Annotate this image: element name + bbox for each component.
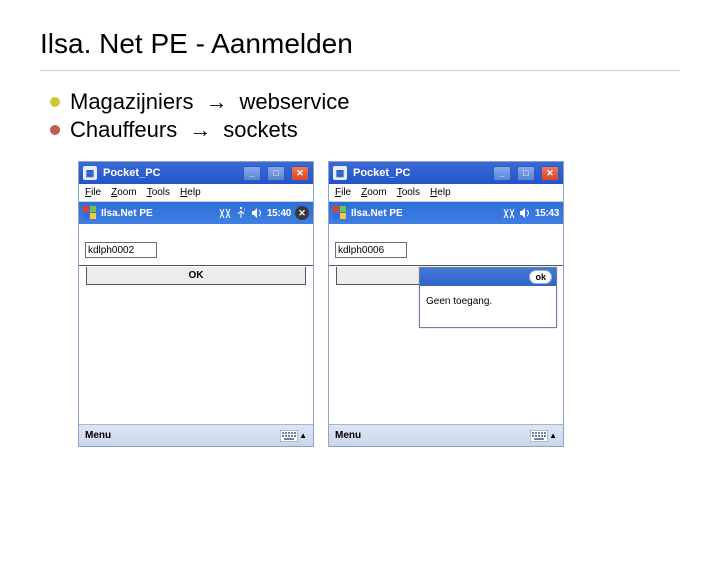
error-dialog: ok Geen toegang. [419, 267, 557, 328]
status-icons: 15:43 [503, 207, 559, 219]
minimize-button[interactable]: _ [243, 166, 261, 181]
menu-softkey[interactable]: Menu [335, 430, 361, 441]
bottom-bar: Menu ▲ [79, 424, 313, 446]
window-title: Pocket_PC [103, 167, 237, 179]
bottom-bar: Menu ▲ [329, 424, 563, 446]
menu-file[interactable]: File [85, 187, 101, 198]
connectivity-icon [503, 207, 515, 219]
pda-header: Ilsa.Net PE ! 15:40 ✕ [79, 202, 313, 224]
pocket-pc-icon: ▦ [83, 166, 97, 180]
bullet-dot-icon [50, 125, 60, 135]
start-flag-icon[interactable] [83, 206, 97, 220]
ok-button[interactable]: OK [86, 267, 306, 285]
menu-zoom[interactable]: Zoom [111, 187, 137, 198]
bullet-left-text: Chauffeurs [70, 117, 177, 143]
app-name: Ilsa.Net PE [351, 208, 499, 219]
dialog-titlebar: ok [420, 268, 556, 286]
login-input[interactable]: kdlph0006 [335, 242, 407, 258]
menu-tools[interactable]: Tools [397, 187, 420, 198]
speaker-icon [251, 207, 263, 219]
pocket-pc-icon: ▦ [333, 166, 347, 180]
caret-up-icon: ▲ [299, 431, 307, 440]
bullet-item: Chauffeurs → sockets [50, 117, 720, 143]
menu-tools[interactable]: Tools [147, 187, 170, 198]
maximize-button[interactable]: □ [267, 166, 285, 181]
window-title: Pocket_PC [353, 167, 487, 179]
close-button[interactable]: ✕ [291, 166, 309, 181]
status-icons: ! 15:40 ✕ [219, 206, 309, 220]
emulator-row: ▦ Pocket_PC _ □ ✕ File Zoom Tools Help I… [78, 161, 720, 447]
minimize-button[interactable]: _ [493, 166, 511, 181]
menu-bar: File Zoom Tools Help [329, 184, 563, 202]
menu-file[interactable]: File [335, 187, 351, 198]
arrow-icon: → [189, 117, 211, 143]
menu-zoom[interactable]: Zoom [361, 187, 387, 198]
login-input[interactable]: kdlph0002 [85, 242, 157, 258]
menu-help[interactable]: Help [430, 187, 451, 198]
keyboard-icon[interactable]: ▲ [280, 430, 307, 442]
keyboard-icon[interactable]: ▲ [530, 430, 557, 442]
menu-bar: File Zoom Tools Help [79, 184, 313, 202]
dialog-message: Geen toegang. [420, 286, 556, 327]
svg-text:!: ! [244, 208, 245, 214]
app-name: Ilsa.Net PE [101, 208, 215, 219]
pda-header: Ilsa.Net PE 15:43 [329, 202, 563, 224]
client-area: kdlph0006 OK ok Geen toegang. [329, 224, 563, 424]
bullet-right-text: sockets [223, 117, 298, 143]
close-circle-icon[interactable]: ✕ [295, 206, 309, 220]
bullet-dot-icon [50, 97, 60, 107]
slide-title: Ilsa. Net PE - Aanmelden [40, 28, 720, 60]
title-divider [40, 70, 680, 71]
clock: 15:43 [535, 208, 559, 219]
bullet-list: Magazijniers → webservice Chauffeurs → s… [50, 89, 720, 143]
close-button[interactable]: ✕ [541, 166, 559, 181]
window-titlebar: ▦ Pocket_PC _ □ ✕ [329, 162, 563, 184]
menu-softkey[interactable]: Menu [85, 430, 111, 441]
arrow-icon: → [206, 89, 228, 115]
connectivity-icon [219, 207, 231, 219]
dialog-ok-button[interactable]: ok [529, 270, 552, 284]
speaker-icon [519, 207, 531, 219]
start-flag-icon[interactable] [333, 206, 347, 220]
client-area: kdlph0002 OK [79, 224, 313, 424]
window-titlebar: ▦ Pocket_PC _ □ ✕ [79, 162, 313, 184]
signal-icon: ! [235, 207, 247, 219]
caret-up-icon: ▲ [549, 431, 557, 440]
bullet-right-text: webservice [240, 89, 350, 115]
menu-help[interactable]: Help [180, 187, 201, 198]
separator [79, 265, 313, 266]
separator [329, 265, 563, 266]
emulator-left: ▦ Pocket_PC _ □ ✕ File Zoom Tools Help I… [78, 161, 314, 447]
maximize-button[interactable]: □ [517, 166, 535, 181]
bullet-item: Magazijniers → webservice [50, 89, 720, 115]
bullet-left-text: Magazijniers [70, 89, 194, 115]
clock: 15:40 [267, 208, 291, 219]
emulator-right: ▦ Pocket_PC _ □ ✕ File Zoom Tools Help I… [328, 161, 564, 447]
